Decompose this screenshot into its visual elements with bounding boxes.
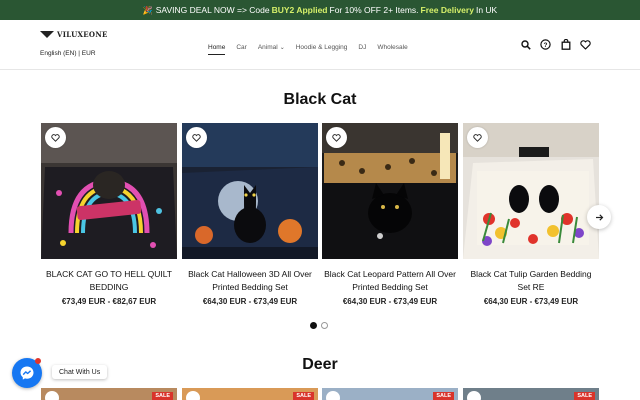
carousel-next-button[interactable] [587, 205, 611, 229]
product-card[interactable]: SALE [322, 388, 458, 400]
product-title[interactable]: Black Cat Tulip Garden Bedding Set RE [463, 268, 599, 294]
product-card[interactable]: SALE [463, 388, 599, 400]
product-card[interactable]: SALE [182, 388, 318, 400]
deer-product-row: SALE SALE SALE SALE [41, 388, 601, 400]
wishlist-button[interactable] [186, 391, 200, 400]
nav-item-hoodie-legging[interactable]: Hoodie & Legging [296, 44, 348, 51]
logo-mark-icon [40, 31, 54, 38]
announcement-bar: 🎉 SAVING DEAL NOW => Code BUY2 Applied F… [0, 0, 640, 20]
product-price: €73,49 EUR - €82,67 EUR [61, 297, 157, 306]
product-card[interactable]: Black Cat Halloween 3D All Over Printed … [182, 123, 318, 306]
announcement-text-1: SAVING DEAL NOW => Code [155, 5, 270, 15]
arrow-right-icon [595, 213, 603, 221]
sale-badge: SALE [293, 392, 314, 400]
heart-icon [332, 133, 341, 142]
main-nav: Home Car Animal ⌄ Hoodie & Legging DJ Who… [208, 42, 419, 55]
announcement-code: BUY2 Applied [271, 5, 328, 15]
nav-item-animal-label: Animal [257, 43, 278, 51]
product-image[interactable] [463, 123, 599, 259]
sale-badge: SALE [574, 392, 595, 400]
product-price: €64,30 EUR - €73,49 EUR [202, 297, 298, 306]
section-title-black-cat: Black Cat [283, 91, 357, 108]
heart-icon [51, 133, 60, 142]
announcement-text-2: For 10% OFF 2+ Items. [329, 5, 419, 15]
wishlist-button[interactable] [45, 391, 59, 400]
logo-text: VILUXEONE [57, 30, 108, 39]
wishlist-icon[interactable] [580, 39, 591, 50]
wishlist-button[interactable] [467, 127, 488, 148]
product-card[interactable]: Black Cat Tulip Garden Bedding Set RE €6… [463, 123, 599, 306]
nav-item-wholesale[interactable]: Wholesale [377, 44, 407, 51]
product-image[interactable] [182, 123, 318, 259]
sale-badge: SALE [433, 392, 454, 400]
wishlist-button[interactable] [186, 127, 207, 148]
search-icon[interactable] [520, 39, 531, 50]
announcement-delivery: Free Delivery [420, 5, 474, 15]
svg-text:?: ? [544, 42, 548, 49]
chevron-down-icon: ⌄ [279, 44, 285, 51]
wishlist-button[interactable] [467, 391, 481, 400]
product-title[interactable]: BLACK CAT GO TO HELL QUILT BEDDING [41, 268, 177, 294]
heart-icon [473, 133, 482, 142]
product-image[interactable] [322, 123, 458, 259]
product-card[interactable]: Black Cat Leopard Pattern All Over Print… [322, 123, 458, 306]
carousel-dot-1[interactable] [310, 322, 317, 329]
sale-badge: SALE [152, 392, 173, 400]
wishlist-button[interactable] [326, 127, 347, 148]
cart-icon[interactable] [560, 39, 571, 50]
product-price: €64,30 EUR - €73,49 EUR [483, 297, 579, 306]
help-icon[interactable]: ? [540, 39, 551, 50]
site-header: VILUXEONE English (EN) | EUR Home Car An… [0, 20, 640, 70]
product-card[interactable]: SALE [41, 388, 177, 400]
announcement-text-3: In UK [475, 5, 498, 15]
product-title[interactable]: Black Cat Leopard Pattern All Over Print… [322, 268, 458, 294]
heart-icon [192, 133, 201, 142]
logo[interactable]: VILUXEONE [40, 30, 108, 39]
product-image[interactable] [41, 123, 177, 259]
chat-with-us-label[interactable]: Chat With Us [52, 365, 108, 379]
carousel-dots [310, 322, 332, 329]
wishlist-button[interactable] [326, 391, 340, 400]
nav-item-home[interactable]: Home [208, 44, 226, 55]
gift-icon: 🎉 [142, 5, 153, 15]
nav-item-car[interactable]: Car [236, 44, 246, 51]
carousel-dot-2[interactable] [321, 322, 328, 329]
chat-notification-badge [35, 358, 41, 364]
product-title[interactable]: Black Cat Halloween 3D All Over Printed … [182, 268, 318, 294]
nav-item-dj[interactable]: DJ [358, 44, 366, 51]
product-price: €64,30 EUR - €73,49 EUR [342, 297, 438, 306]
messenger-icon [20, 366, 34, 380]
product-carousel: BLACK CAT GO TO HELL QUILT BEDDING €73,4… [41, 123, 601, 313]
language-currency-selector[interactable]: English (EN) | EUR [40, 50, 96, 57]
wishlist-button[interactable] [45, 127, 66, 148]
header-icons: ? [520, 39, 600, 50]
nav-item-animal[interactable]: Animal ⌄ [258, 44, 285, 51]
product-card[interactable]: BLACK CAT GO TO HELL QUILT BEDDING €73,4… [41, 123, 177, 306]
